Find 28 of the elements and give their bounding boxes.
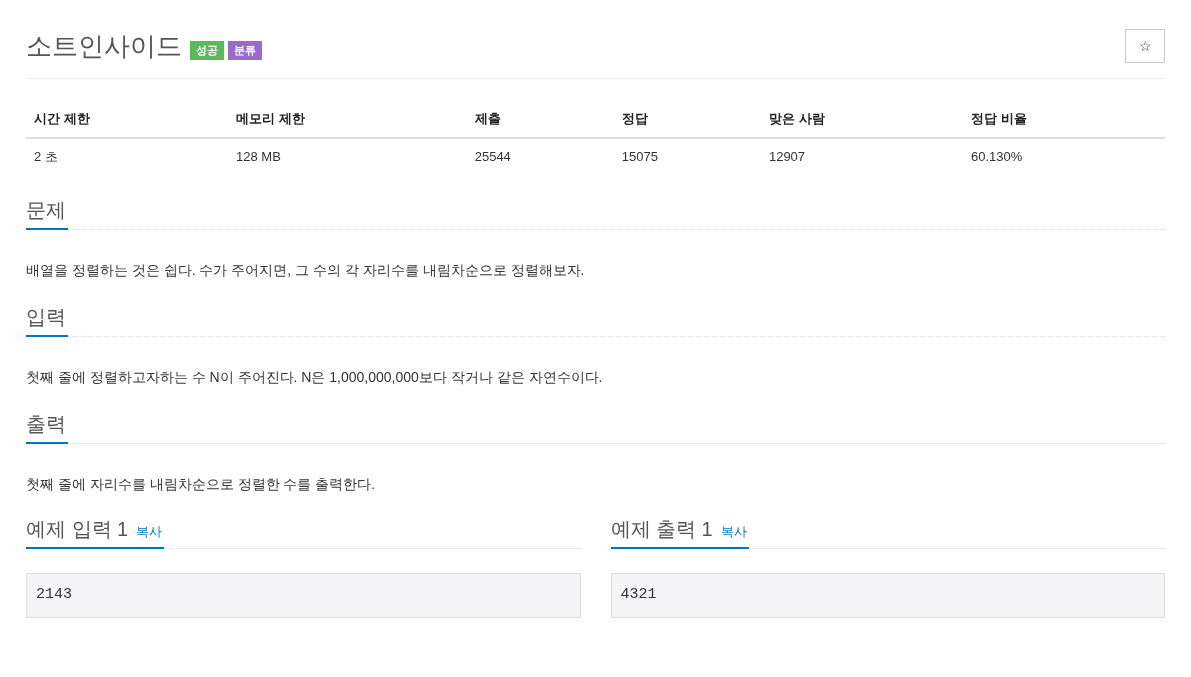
column-header: 제출 bbox=[466, 101, 614, 138]
section-heading: 입력 bbox=[26, 303, 68, 337]
sample-heading: 예제 출력 1 bbox=[610, 517, 713, 542]
label-tag: 분류 bbox=[228, 41, 262, 60]
section-text: 배열을 정렬하는 것은 쉽다. 수가 주어지면, 그 수의 각 자리수를 내림차순으로 정렬해보자. bbox=[26, 261, 586, 280]
table-cell: 128 MB bbox=[228, 137, 467, 174]
table-cell: 60.130% bbox=[962, 137, 1165, 174]
sample-code-block: 4321 bbox=[610, 573, 1165, 618]
table-cell: 15075 bbox=[613, 137, 761, 174]
column-header: 정답 bbox=[613, 101, 761, 138]
copy-link[interactable]: 복사 bbox=[136, 522, 163, 542]
sample-heading: 예제 입력 1 bbox=[26, 517, 129, 542]
section-heading: 출력 bbox=[26, 410, 68, 444]
column-header: 맞은 사람 bbox=[760, 101, 963, 138]
favorite-star-button[interactable]: ☆ bbox=[1125, 29, 1165, 63]
table-cell: 25544 bbox=[466, 137, 614, 174]
column-header: 메모리 제한 bbox=[228, 101, 467, 138]
section-text: 첫째 줄에 정렬하고자하는 수 N이 주어진다. N은 1,000,000,000보다 작거나 같은 자연수이다. bbox=[26, 368, 604, 387]
column-header: 시간 제한 bbox=[26, 101, 228, 138]
section-text: 첫째 줄에 자리수를 내림차순으로 정렬한 수를 출력한다. bbox=[26, 475, 377, 494]
section-heading: 문제 bbox=[26, 196, 68, 230]
problem-title: 소트인사이드 bbox=[26, 30, 182, 63]
copy-link[interactable]: 복사 bbox=[720, 522, 747, 542]
table-cell: 12907 bbox=[760, 137, 963, 174]
column-header: 정답 비율 bbox=[962, 101, 1165, 138]
table-cell: 2 초 bbox=[26, 137, 228, 174]
sample-code-block: 2143 bbox=[26, 573, 581, 618]
label-tag: 성공 bbox=[190, 41, 224, 60]
